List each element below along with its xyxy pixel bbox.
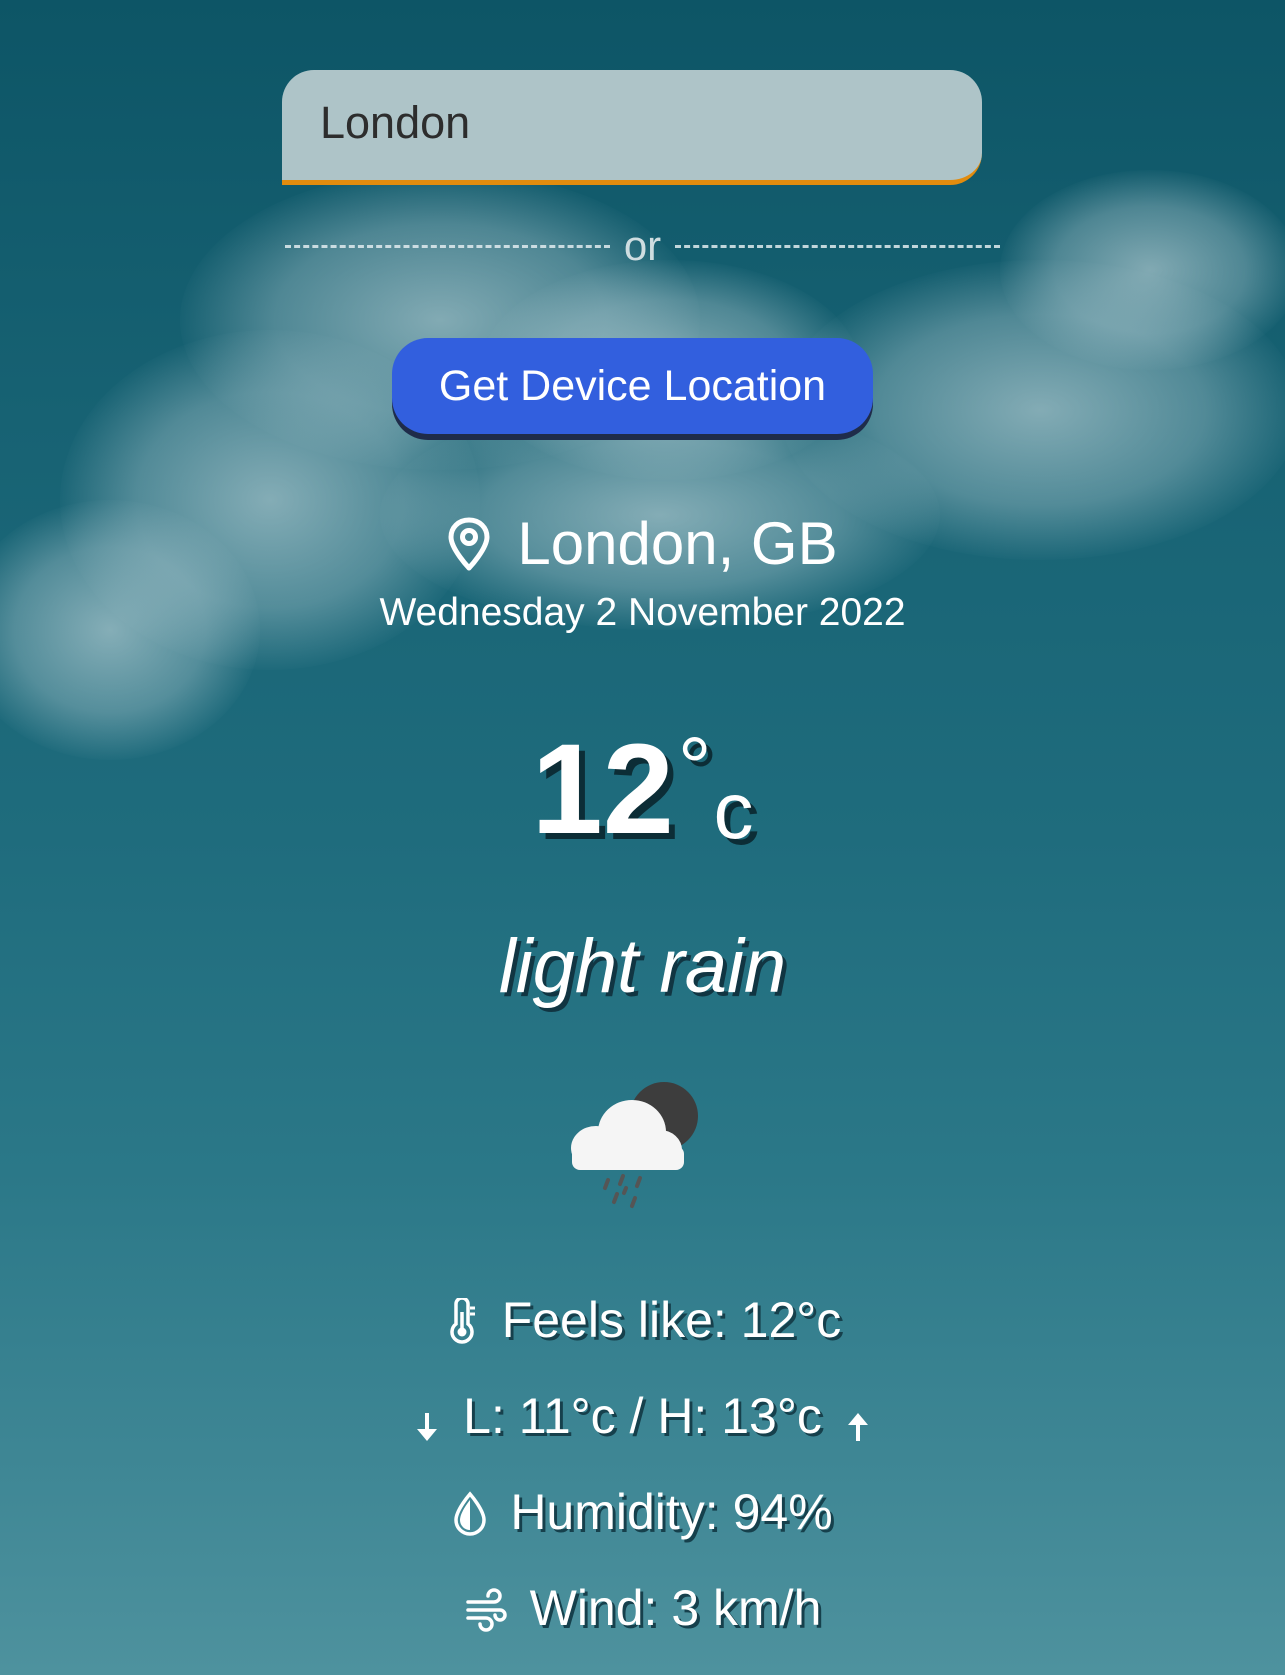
low-high-separator: / — [615, 1388, 658, 1444]
humidity-text: Humidity: 94% — [510, 1484, 833, 1540]
degree-symbol: ° — [677, 720, 712, 814]
divider-line-left — [284, 244, 610, 248]
cloud-rain-night-icon — [560, 1080, 710, 1210]
temperature-value: 12 — [531, 718, 674, 861]
weather-description: light rain — [498, 924, 787, 1009]
feels-like-text: Feels like: 12°c — [501, 1292, 842, 1348]
arrow-down-icon — [413, 1398, 441, 1441]
location-name: London, GB — [517, 510, 838, 577]
current-date: Wednesday 2 November 2022 — [379, 591, 906, 634]
thermometer-icon — [444, 1296, 480, 1344]
feels-like-row: Feels like: 12°c — [0, 1290, 1285, 1350]
get-device-location-button[interactable]: Get Device Location — [392, 338, 873, 434]
map-pin-icon — [447, 516, 491, 572]
or-divider: or — [0, 222, 1285, 270]
or-label: or — [623, 222, 662, 269]
city-search-input[interactable] — [320, 92, 940, 154]
arrow-up-icon — [844, 1398, 872, 1441]
location-header: London, GB — [0, 508, 1285, 580]
wind-row: Wind: 3 km/h — [0, 1578, 1285, 1638]
water-drop-icon — [452, 1489, 488, 1536]
low-high-row: L: 11°c / H: 13°c — [0, 1386, 1285, 1446]
divider-line-right — [675, 244, 1001, 248]
search-box — [282, 70, 982, 185]
low-temperature-text: L: 11°c — [463, 1388, 616, 1444]
high-temperature-text: H: 13°c — [657, 1388, 822, 1444]
humidity-row: Humidity: 94% — [0, 1482, 1285, 1542]
wind-icon — [464, 1585, 508, 1632]
temperature-unit: c — [713, 766, 754, 855]
wind-text: Wind: 3 km/h — [529, 1580, 822, 1636]
temperature-display: 12 ° c — [0, 725, 1285, 855]
